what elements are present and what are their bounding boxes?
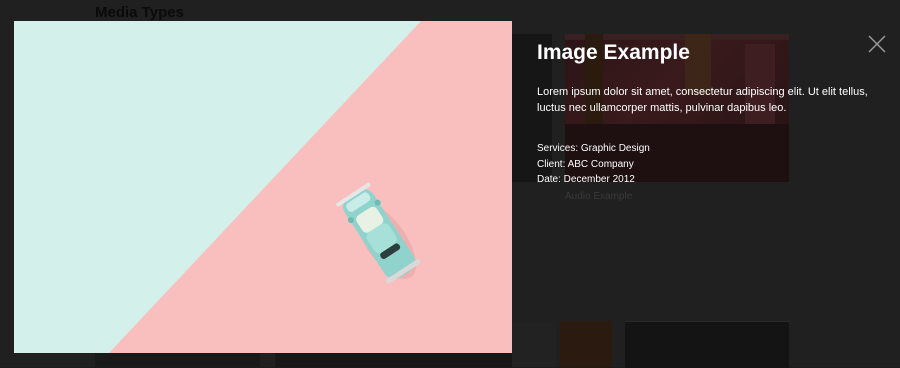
lightbox-description: Lorem ipsum dolor sit amet, consectetur … [537, 86, 868, 114]
project-meta: Services: Graphic Design Client: ABC Com… [537, 141, 882, 188]
lightbox-info: Image Example Lorem ipsum dolor sit amet… [537, 40, 882, 188]
background-thumbnail-bottom [625, 321, 789, 368]
lightbox-title: Image Example [537, 41, 690, 64]
meta-services: Services: Graphic Design [537, 143, 650, 154]
toy-car-photo [14, 21, 512, 353]
background-thumbnail-bottom [560, 321, 612, 367]
meta-client: Client: ABC Company [537, 158, 634, 170]
close-x-icon [868, 35, 886, 53]
meta-date: Date: December 2012 [537, 174, 635, 185]
lightbox-image [14, 21, 512, 353]
background-heading: Media Types [95, 4, 184, 21]
background-thumbnail-bottom [512, 321, 556, 367]
close-button[interactable] [868, 35, 886, 53]
background-thumbnail-caption: Audio Example [565, 191, 633, 202]
